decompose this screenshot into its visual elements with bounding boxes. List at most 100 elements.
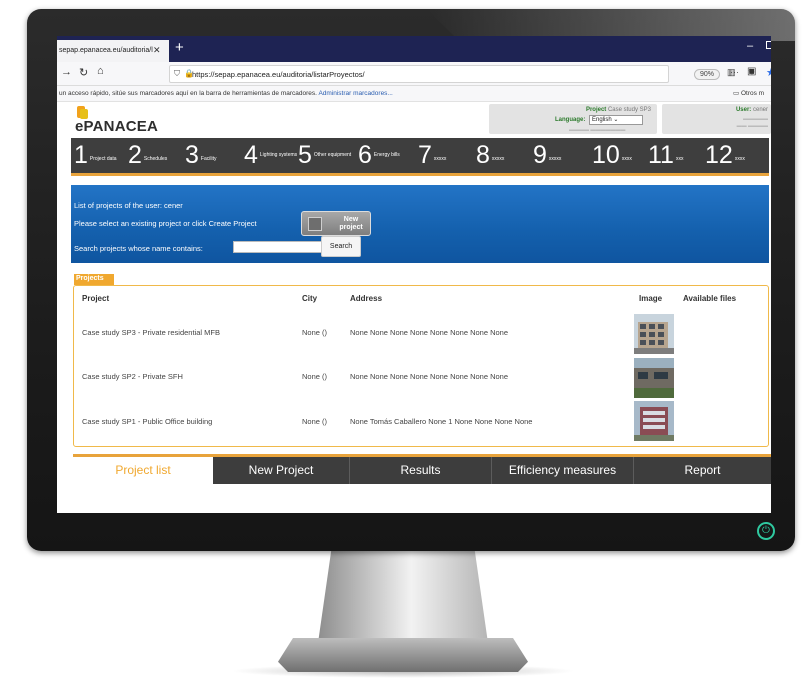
step-5[interactable]: 5 Other equipment bbox=[298, 140, 352, 170]
new-tab-button[interactable]: + bbox=[175, 39, 184, 56]
step-number: 5 bbox=[298, 141, 312, 169]
step-label: xxx bbox=[675, 156, 684, 162]
step-number: 9 bbox=[533, 141, 547, 169]
search-button[interactable]: Search bbox=[321, 236, 361, 257]
bookmarks-hint: un acceso rápido, sitúe sus marcadores a… bbox=[59, 90, 317, 97]
sidebar-icon[interactable]: ▣ bbox=[747, 66, 756, 77]
nav-report[interactable]: Report bbox=[634, 457, 771, 484]
step-7[interactable]: 7 xxxxx bbox=[418, 140, 446, 170]
step-label: xxxx bbox=[621, 156, 632, 162]
step-number: 11 bbox=[648, 141, 674, 169]
step-12[interactable]: 12 xxxx bbox=[705, 140, 745, 170]
browser-tab[interactable]: sepap.epanacea.eu/auditoria/l ✕ bbox=[57, 40, 169, 62]
logo-text: ePANACEA bbox=[75, 118, 159, 135]
project-value: Case study SP3 bbox=[607, 107, 651, 113]
new-project-label: New project bbox=[339, 216, 363, 231]
monitor-stand-base bbox=[278, 638, 528, 672]
bookmarks-bar: un acceso rápido, sitúe sus marcadores a… bbox=[57, 86, 771, 102]
current-user: User: cener bbox=[736, 107, 768, 113]
current-project: Project Case study SP3 bbox=[586, 107, 651, 113]
step-number: 1 bbox=[74, 141, 88, 169]
shield-icon: ⛉ bbox=[174, 69, 180, 78]
browser-navbar: → ↻ ⌂ ⛉ 🔒 https://sepap.epanacea.eu/audi… bbox=[57, 62, 771, 86]
step-label: Facility bbox=[200, 156, 217, 162]
user-projects-title: List of projects of the user: cener bbox=[74, 201, 183, 210]
step-6[interactable]: 6 Energy bills bbox=[358, 140, 400, 170]
nav-efficiency-measures[interactable]: Efficiency measures bbox=[492, 457, 633, 484]
step-4[interactable]: 4 Lighting systems bbox=[244, 140, 297, 170]
step-label: xxxxx bbox=[433, 156, 447, 162]
step-label: Energy bills bbox=[373, 152, 400, 158]
row1-city: None () bbox=[302, 328, 328, 337]
maximize-icon[interactable] bbox=[766, 41, 771, 49]
new-project-button[interactable]: New project bbox=[301, 211, 371, 236]
url-bar[interactable]: ⛉ 🔒 https://sepap.epanacea.eu/auditoria/… bbox=[169, 65, 771, 83]
step-number: 10 bbox=[592, 141, 620, 169]
project-selection-panel: List of projects of the user: cener Plea… bbox=[71, 185, 769, 263]
epanacea-logo[interactable]: ePANACEA bbox=[75, 106, 159, 136]
search-label: Search projects whose name contains: bbox=[74, 244, 203, 253]
header-project: Project bbox=[82, 294, 110, 303]
bottom-navigation: Project list New Project Results Efficie… bbox=[73, 454, 771, 484]
row3-address: None Tomás Caballero None 1 None None No… bbox=[350, 417, 533, 426]
row1-address: None None None None None None None None bbox=[350, 328, 509, 337]
user-links[interactable]: ▬▬▬▬▬ ▬▬ ▬▬▬▬ bbox=[737, 116, 768, 130]
step-number: 4 bbox=[244, 141, 258, 169]
power-icon[interactable]: ⏻ bbox=[757, 522, 775, 540]
user-info-box: User: cener ▬▬▬▬▬ ▬▬ ▬▬▬▬ bbox=[662, 104, 771, 134]
star-icon[interactable]: ★ bbox=[766, 66, 771, 79]
row1-project[interactable]: Case study SP3 - Private residential MFB bbox=[82, 328, 220, 337]
project-sub-info: ▬▬▬▬ ▬▬▬▬▬▬▬ bbox=[569, 127, 626, 133]
new-project-icon bbox=[308, 217, 322, 231]
step-label: xxxxx bbox=[548, 156, 562, 162]
user-value: cener bbox=[752, 107, 768, 113]
step-10[interactable]: 10 xxxx bbox=[592, 140, 632, 170]
reload-icon[interactable]: ↻ bbox=[79, 66, 88, 79]
step-3[interactable]: 3 Facility bbox=[185, 140, 216, 170]
row2-project[interactable]: Case study SP2 - Private SFH bbox=[82, 372, 183, 381]
nav-new-project[interactable]: New Project bbox=[213, 457, 349, 484]
step-label: xxxxx bbox=[491, 156, 505, 162]
row3-project[interactable]: Case study SP1 - Public Office building bbox=[82, 417, 212, 426]
row1-building-image[interactable] bbox=[634, 314, 674, 354]
select-project-hint: Please select an existing project or cli… bbox=[74, 219, 257, 228]
close-icon[interactable]: ✕ bbox=[153, 45, 161, 56]
row2-address: None None None None None None None None bbox=[350, 372, 509, 381]
library-icon[interactable]: ▥ bbox=[727, 67, 736, 78]
project-label: Project bbox=[585, 107, 607, 113]
step-2[interactable]: 2 Schedules bbox=[128, 140, 167, 170]
language-value: English bbox=[592, 117, 612, 123]
header-available-files: Available files bbox=[683, 294, 737, 303]
search-input[interactable] bbox=[233, 241, 323, 253]
step-label: Schedules bbox=[143, 156, 168, 162]
nav-results[interactable]: Results bbox=[350, 457, 491, 484]
header-address: Address bbox=[350, 294, 383, 303]
forward-icon[interactable]: → bbox=[61, 66, 72, 78]
user-label: User: bbox=[735, 107, 752, 113]
projects-tab: Projects bbox=[74, 274, 114, 285]
step-label: Other equipment bbox=[313, 152, 352, 158]
step-9[interactable]: 9 xxxxx bbox=[533, 140, 561, 170]
manage-bookmarks-link[interactable]: Administrar marcadores... bbox=[318, 90, 392, 97]
step-8[interactable]: 8 xxxxx bbox=[476, 140, 504, 170]
row3-city: None () bbox=[302, 417, 328, 426]
header-city: City bbox=[302, 294, 318, 303]
step-number: 6 bbox=[358, 141, 372, 169]
home-icon[interactable]: ⌂ bbox=[97, 65, 104, 77]
step-number: 8 bbox=[476, 141, 490, 169]
tab-title: sepap.epanacea.eu/auditoria/l bbox=[59, 47, 153, 54]
zoom-badge[interactable]: 90% bbox=[694, 69, 721, 80]
projects-table: Project City Address Image Available fil… bbox=[73, 285, 769, 447]
row3-building-image[interactable] bbox=[634, 401, 674, 441]
row2-city: None () bbox=[302, 372, 328, 381]
step-1[interactable]: 1 Project data bbox=[74, 140, 117, 170]
step-number: 3 bbox=[185, 141, 199, 169]
step-11[interactable]: 11 xxx bbox=[648, 140, 683, 170]
other-bookmarks[interactable]: ▭ Otros m bbox=[733, 89, 764, 97]
row2-building-image[interactable] bbox=[634, 358, 674, 398]
minimize-icon[interactable]: – bbox=[747, 40, 753, 52]
step-number: 2 bbox=[128, 141, 142, 169]
browser-tabbar: sepap.epanacea.eu/auditoria/l ✕ + – bbox=[57, 36, 771, 62]
nav-project-list[interactable]: Project list bbox=[73, 457, 213, 484]
language-select[interactable]: English ⌄ bbox=[589, 115, 643, 125]
